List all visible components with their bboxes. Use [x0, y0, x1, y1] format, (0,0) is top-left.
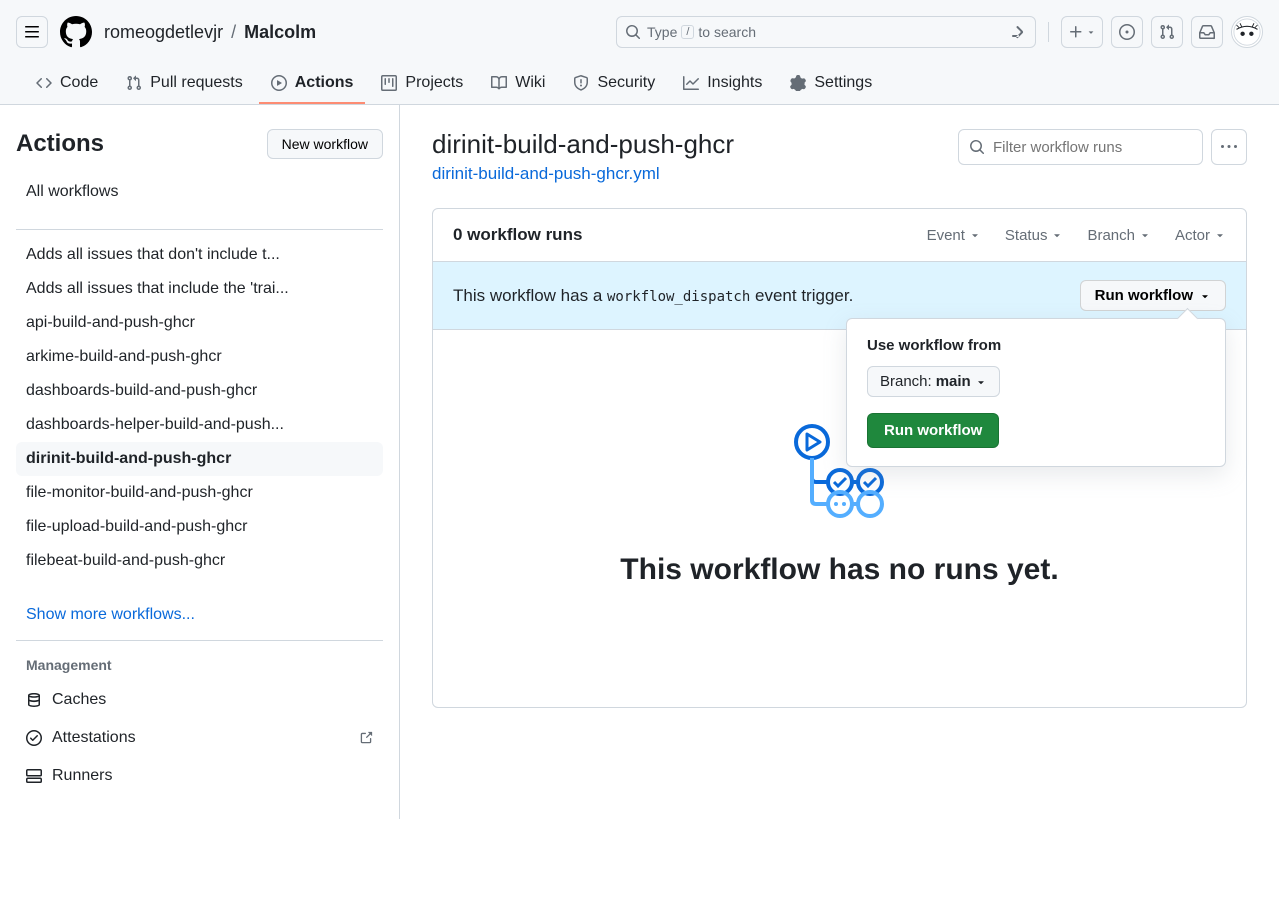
tab-security[interactable]: Security [561, 64, 667, 104]
triangle-down-icon [1139, 229, 1151, 241]
filter-runs-input-container[interactable] [958, 129, 1203, 165]
actions-sidebar: Actions New workflow All workflows Adds … [0, 105, 400, 819]
search-icon [969, 139, 985, 155]
server-icon [26, 768, 42, 784]
pull-requests-button[interactable] [1151, 16, 1183, 48]
workflow-link[interactable]: Adds all issues that include the 'trai..… [16, 272, 383, 306]
run-workflow-submit[interactable]: Run workflow [867, 413, 999, 448]
dispatch-bar: This workflow has a workflow_dispatch ev… [433, 261, 1246, 330]
caches-link[interactable]: Caches [16, 681, 383, 719]
tab-settings[interactable]: Settings [778, 64, 884, 104]
filter-status[interactable]: Status [1005, 227, 1064, 244]
search-slash-key: / [681, 25, 694, 39]
github-logo[interactable] [60, 16, 92, 48]
inbox-icon [1199, 24, 1215, 40]
workflow-link[interactable]: api-build-and-push-ghcr [16, 306, 383, 340]
triangle-down-icon [1086, 27, 1096, 37]
triangle-down-icon [969, 229, 981, 241]
database-icon [26, 692, 42, 708]
tab-pull-requests[interactable]: Pull requests [114, 64, 255, 104]
triangle-down-icon [1199, 290, 1211, 302]
use-workflow-from-label: Use workflow from [867, 337, 1205, 354]
workflow-title: dirinit-build-and-push-ghcr [432, 129, 734, 160]
command-palette-icon [1011, 24, 1027, 40]
workflow-link[interactable]: file-upload-build-and-push-ghcr [16, 510, 383, 544]
project-icon [381, 75, 397, 91]
graph-icon [683, 75, 699, 91]
workflow-menu-button[interactable] [1211, 129, 1247, 165]
runs-card: 0 workflow runs Event Status Branch Acto… [432, 208, 1247, 708]
filter-runs-input[interactable] [993, 139, 1192, 156]
filter-event[interactable]: Event [927, 227, 981, 244]
filter-actor[interactable]: Actor [1175, 227, 1226, 244]
github-icon [60, 16, 92, 48]
runs-count: 0 workflow runs [453, 225, 582, 245]
workflow-link[interactable]: dashboards-helper-build-and-push... [16, 408, 383, 442]
workflow-link[interactable]: filebeat-build-and-push-ghcr [16, 544, 383, 578]
workflow-link[interactable]: Adds all issues that don't include t... [16, 238, 383, 272]
management-label: Management [16, 649, 383, 681]
pull-request-icon [1159, 24, 1175, 40]
attestations-link[interactable]: Attestations [16, 719, 383, 757]
workflow-file-link[interactable]: dirinit-build-and-push-ghcr.yml [432, 164, 660, 184]
hamburger-icon [24, 24, 40, 40]
tab-projects[interactable]: Projects [369, 64, 475, 104]
search-input[interactable]: Type / to search [616, 16, 1036, 48]
triangle-down-icon [1214, 229, 1226, 241]
hamburger-button[interactable] [16, 16, 48, 48]
issues-button[interactable] [1111, 16, 1143, 48]
breadcrumb-repo[interactable]: Malcolm [244, 22, 316, 43]
triangle-down-icon [975, 376, 987, 388]
gear-icon [790, 75, 806, 91]
all-workflows-link[interactable]: All workflows [16, 175, 383, 209]
show-more-workflows[interactable]: Show more workflows... [16, 598, 383, 632]
avatar-icon [1233, 18, 1261, 46]
search-to-search-label: to search [698, 24, 756, 40]
workflow-list: Adds all issues that don't include t...A… [16, 238, 383, 578]
search-type-label: Type [647, 24, 677, 40]
breadcrumb-separator: / [231, 22, 236, 43]
create-new-button[interactable] [1061, 16, 1103, 48]
triangle-down-icon [1051, 229, 1063, 241]
run-workflow-popover: Use workflow from Branch: main Run workf… [846, 318, 1226, 467]
tab-insights[interactable]: Insights [671, 64, 774, 104]
plus-icon [1068, 24, 1084, 40]
shield-icon [573, 75, 589, 91]
workflow-link[interactable]: dashboards-build-and-push-ghcr [16, 374, 383, 408]
tab-actions[interactable]: Actions [259, 64, 366, 104]
runners-link[interactable]: Runners [16, 757, 383, 795]
workflow-link[interactable]: arkime-build-and-push-ghcr [16, 340, 383, 374]
new-workflow-button[interactable]: New workflow [267, 129, 383, 159]
user-avatar[interactable] [1231, 16, 1263, 48]
run-workflow-dropdown[interactable]: Run workflow [1080, 280, 1226, 311]
workflow-link[interactable]: dirinit-build-and-push-ghcr [16, 442, 383, 476]
filter-branch[interactable]: Branch [1087, 227, 1151, 244]
external-link-icon [359, 731, 373, 745]
breadcrumb-owner[interactable]: romeogdetlevjr [104, 22, 223, 43]
verified-icon [26, 730, 42, 746]
notifications-button[interactable] [1191, 16, 1223, 48]
book-icon [491, 75, 507, 91]
tab-wiki[interactable]: Wiki [479, 64, 557, 104]
empty-message: This workflow has no runs yet. [453, 553, 1226, 587]
play-icon [271, 75, 287, 91]
code-icon [36, 75, 52, 91]
repo-nav: Code Pull requests Actions Projects Wiki… [16, 64, 1263, 104]
sidebar-title: Actions [16, 130, 104, 158]
workflow-link[interactable]: file-monitor-build-and-push-ghcr [16, 476, 383, 510]
branch-select[interactable]: Branch: main [867, 366, 1000, 397]
kebab-icon [1221, 139, 1237, 155]
pull-request-icon [126, 75, 142, 91]
search-icon [625, 24, 641, 40]
tab-code[interactable]: Code [24, 64, 110, 104]
issue-icon [1119, 24, 1135, 40]
breadcrumb: romeogdetlevjr / Malcolm [104, 22, 316, 43]
